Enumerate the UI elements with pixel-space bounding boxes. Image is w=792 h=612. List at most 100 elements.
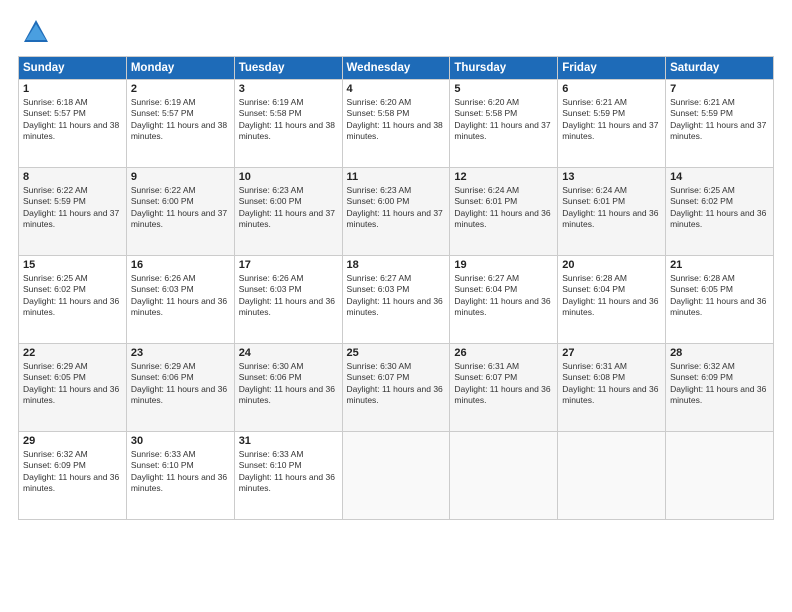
calendar-cell: 22 Sunrise: 6:29 AMSunset: 6:05 PMDayligh… [19,344,127,432]
day-info: Sunrise: 6:32 AMSunset: 6:09 PMDaylight:… [23,449,122,495]
day-info: Sunrise: 6:31 AMSunset: 6:07 PMDaylight:… [454,361,553,407]
day-number: 7 [670,83,769,95]
day-of-week-header: Thursday [450,57,558,80]
day-info: Sunrise: 6:26 AMSunset: 6:03 PMDaylight:… [131,273,230,319]
day-of-week-header: Sunday [19,57,127,80]
day-info: Sunrise: 6:29 AMSunset: 6:05 PMDaylight:… [23,361,122,407]
calendar-header-row: SundayMondayTuesdayWednesdayThursdayFrid… [19,57,774,80]
day-info: Sunrise: 6:28 AMSunset: 6:04 PMDaylight:… [562,273,661,319]
calendar-cell: 2 Sunrise: 6:19 AMSunset: 5:57 PMDaylight… [126,80,234,168]
day-number: 12 [454,171,553,183]
calendar-cell: 9 Sunrise: 6:22 AMSunset: 6:00 PMDaylight… [126,168,234,256]
calendar-cell: 30 Sunrise: 6:33 AMSunset: 6:10 PMDayligh… [126,432,234,520]
day-number: 24 [239,347,338,359]
day-info: Sunrise: 6:20 AMSunset: 5:58 PMDaylight:… [454,97,553,143]
calendar-week-row: 1 Sunrise: 6:18 AMSunset: 5:57 PMDaylight… [19,80,774,168]
day-info: Sunrise: 6:27 AMSunset: 6:04 PMDaylight:… [454,273,553,319]
day-number: 23 [131,347,230,359]
day-info: Sunrise: 6:28 AMSunset: 6:05 PMDaylight:… [670,273,769,319]
day-of-week-header: Tuesday [234,57,342,80]
day-number: 10 [239,171,338,183]
day-number: 20 [562,259,661,271]
calendar-cell: 8 Sunrise: 6:22 AMSunset: 5:59 PMDaylight… [19,168,127,256]
calendar-cell: 10 Sunrise: 6:23 AMSunset: 6:00 PMDayligh… [234,168,342,256]
day-number: 4 [347,83,446,95]
day-number: 16 [131,259,230,271]
day-number: 8 [23,171,122,183]
day-info: Sunrise: 6:19 AMSunset: 5:57 PMDaylight:… [131,97,230,143]
day-number: 27 [562,347,661,359]
day-info: Sunrise: 6:19 AMSunset: 5:58 PMDaylight:… [239,97,338,143]
calendar-cell: 5 Sunrise: 6:20 AMSunset: 5:58 PMDaylight… [450,80,558,168]
day-info: Sunrise: 6:23 AMSunset: 6:00 PMDaylight:… [239,185,338,231]
day-info: Sunrise: 6:30 AMSunset: 6:07 PMDaylight:… [347,361,446,407]
calendar-cell: 23 Sunrise: 6:29 AMSunset: 6:06 PMDayligh… [126,344,234,432]
calendar-cell: 17 Sunrise: 6:26 AMSunset: 6:03 PMDayligh… [234,256,342,344]
calendar-cell: 31 Sunrise: 6:33 AMSunset: 6:10 PMDayligh… [234,432,342,520]
calendar-cell [666,432,774,520]
day-info: Sunrise: 6:22 AMSunset: 5:59 PMDaylight:… [23,185,122,231]
calendar-cell: 15Sunrise: 6:25 AMSunset: 6:02 PMDayligh… [19,256,127,344]
day-number: 21 [670,259,769,271]
calendar-cell [450,432,558,520]
logo-icon [22,18,50,46]
day-info: Sunrise: 6:18 AMSunset: 5:57 PMDaylight:… [23,97,122,143]
calendar-cell: 27Sunrise: 6:31 AMSunset: 6:08 PMDayligh… [558,344,666,432]
day-info: Sunrise: 6:24 AMSunset: 6:01 PMDaylight:… [562,185,661,231]
day-of-week-header: Monday [126,57,234,80]
day-number: 31 [239,435,338,447]
logo [18,18,50,46]
day-number: 9 [131,171,230,183]
day-number: 3 [239,83,338,95]
day-info: Sunrise: 6:25 AMSunset: 6:02 PMDaylight:… [23,273,122,319]
calendar-cell: 16 Sunrise: 6:26 AMSunset: 6:03 PMDayligh… [126,256,234,344]
calendar-cell: 13 Sunrise: 6:24 AMSunset: 6:01 PMDayligh… [558,168,666,256]
day-info: Sunrise: 6:33 AMSunset: 6:10 PMDaylight:… [131,449,230,495]
day-info: Sunrise: 6:30 AMSunset: 6:06 PMDaylight:… [239,361,338,407]
calendar-cell: 18 Sunrise: 6:27 AMSunset: 6:03 PMDayligh… [342,256,450,344]
calendar-cell: 1 Sunrise: 6:18 AMSunset: 5:57 PMDaylight… [19,80,127,168]
day-info: Sunrise: 6:25 AMSunset: 6:02 PMDaylight:… [670,185,769,231]
calendar-cell: 28 Sunrise: 6:32 AMSunset: 6:09 PMDayligh… [666,344,774,432]
calendar-cell: 19Sunrise: 6:27 AMSunset: 6:04 PMDayligh… [450,256,558,344]
day-number: 5 [454,83,553,95]
calendar-cell: 3 Sunrise: 6:19 AMSunset: 5:58 PMDaylight… [234,80,342,168]
day-info: Sunrise: 6:26 AMSunset: 6:03 PMDaylight:… [239,273,338,319]
day-number: 30 [131,435,230,447]
day-of-week-header: Wednesday [342,57,450,80]
day-info: Sunrise: 6:27 AMSunset: 6:03 PMDaylight:… [347,273,446,319]
day-number: 17 [239,259,338,271]
day-info: Sunrise: 6:20 AMSunset: 5:58 PMDaylight:… [347,97,446,143]
header [18,18,774,46]
day-of-week-header: Saturday [666,57,774,80]
calendar-week-row: 8 Sunrise: 6:22 AMSunset: 5:59 PMDaylight… [19,168,774,256]
calendar-table: SundayMondayTuesdayWednesdayThursdayFrid… [18,56,774,520]
day-info: Sunrise: 6:29 AMSunset: 6:06 PMDaylight:… [131,361,230,407]
day-info: Sunrise: 6:32 AMSunset: 6:09 PMDaylight:… [670,361,769,407]
day-number: 11 [347,171,446,183]
day-number: 1 [23,83,122,95]
calendar-cell: 7Sunrise: 6:21 AMSunset: 5:59 PMDaylight… [666,80,774,168]
day-info: Sunrise: 6:22 AMSunset: 6:00 PMDaylight:… [131,185,230,231]
day-number: 22 [23,347,122,359]
day-info: Sunrise: 6:23 AMSunset: 6:00 PMDaylight:… [347,185,446,231]
calendar-cell: 24 Sunrise: 6:30 AMSunset: 6:06 PMDayligh… [234,344,342,432]
day-number: 13 [562,171,661,183]
day-number: 26 [454,347,553,359]
calendar-cell [342,432,450,520]
calendar-cell: 26 Sunrise: 6:31 AMSunset: 6:07 PMDayligh… [450,344,558,432]
day-number: 25 [347,347,446,359]
calendar-cell: 4 Sunrise: 6:20 AMSunset: 5:58 PMDaylight… [342,80,450,168]
day-info: Sunrise: 6:33 AMSunset: 6:10 PMDaylight:… [239,449,338,495]
day-number: 2 [131,83,230,95]
day-number: 6 [562,83,661,95]
calendar-cell [558,432,666,520]
day-of-week-header: Friday [558,57,666,80]
day-number: 28 [670,347,769,359]
day-info: Sunrise: 6:24 AMSunset: 6:01 PMDaylight:… [454,185,553,231]
day-number: 18 [347,259,446,271]
calendar-cell: 29Sunrise: 6:32 AMSunset: 6:09 PMDayligh… [19,432,127,520]
day-number: 14 [670,171,769,183]
calendar-cell: 20 Sunrise: 6:28 AMSunset: 6:04 PMDayligh… [558,256,666,344]
calendar-week-row: 22 Sunrise: 6:29 AMSunset: 6:05 PMDayligh… [19,344,774,432]
